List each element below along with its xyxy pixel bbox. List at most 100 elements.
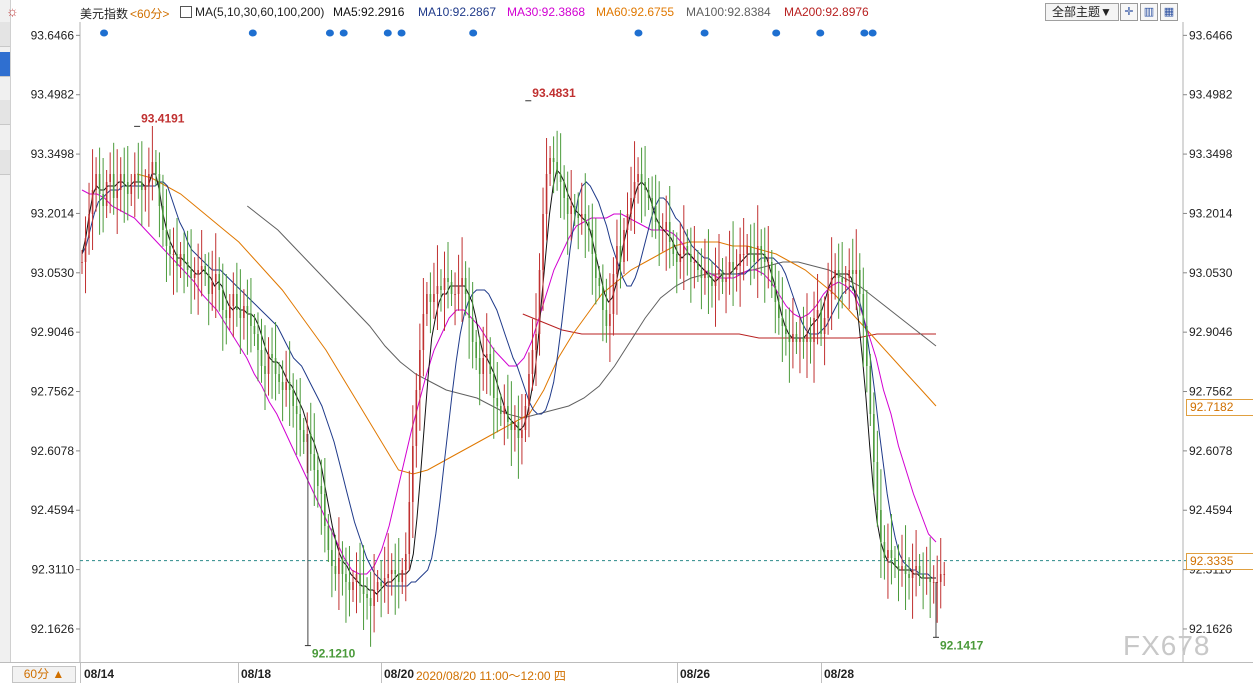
candle-body	[141, 182, 143, 190]
candle-body	[348, 582, 351, 590]
candle-body	[563, 182, 565, 198]
candle-body	[922, 574, 924, 578]
candle-body	[401, 570, 404, 582]
ma5-value: MA5:92.2916	[333, 5, 405, 19]
candle-body	[528, 374, 530, 406]
candle-body	[876, 462, 879, 510]
y-tick-label: 92.7562	[1189, 385, 1233, 399]
y-tick-label: 92.1626	[31, 622, 75, 636]
candle-body	[929, 578, 931, 582]
candle-body	[119, 174, 122, 190]
candle-body	[309, 434, 312, 454]
ma60-price-tag: 92.7182	[1186, 398, 1253, 416]
candle-body	[640, 174, 643, 182]
candle-body	[200, 266, 203, 270]
high-price-label: 93.4191	[141, 111, 185, 125]
theme-select-button[interactable]: 全部主题▼	[1045, 3, 1119, 21]
candle-body	[116, 190, 118, 198]
candle-body	[781, 318, 784, 326]
candle-body	[651, 198, 653, 206]
candle-body	[426, 294, 428, 314]
indicator-icon[interactable]	[180, 6, 192, 18]
period-label[interactable]: <60分>	[130, 5, 169, 22]
candle-body	[137, 174, 140, 182]
candle-body	[718, 270, 720, 274]
event-marker	[325, 29, 334, 37]
candle-body	[81, 262, 83, 263]
candle-body	[397, 574, 400, 582]
event-marker	[383, 29, 392, 37]
candle-body	[556, 162, 558, 174]
candle-body	[464, 278, 467, 294]
candle-body	[352, 582, 354, 590]
candle-body	[461, 278, 463, 286]
candle-body	[380, 582, 382, 586]
settings-icon[interactable]: ☼	[6, 3, 19, 19]
candle-body	[429, 294, 432, 302]
candle-body	[721, 270, 724, 282]
candle-body	[943, 574, 946, 575]
candle-body	[190, 270, 192, 278]
y-tick-label: 93.2014	[1189, 206, 1233, 220]
candle-body	[390, 570, 393, 574]
candle-body	[503, 406, 506, 414]
candle-body	[172, 254, 175, 255]
candle-body	[630, 198, 632, 214]
candle-body	[302, 430, 305, 442]
y-tick-label: 93.2014	[31, 206, 75, 220]
candle-body	[415, 390, 418, 446]
ma30-line	[81, 189, 937, 575]
candle-body	[84, 238, 87, 262]
candle-body	[98, 174, 101, 194]
candle-body	[288, 382, 291, 390]
layout-icon[interactable]: ▦	[1160, 3, 1178, 21]
candle-body	[749, 246, 752, 254]
event-marker	[772, 29, 781, 37]
y-tick-label: 93.6466	[31, 28, 75, 42]
candle-body	[760, 246, 763, 254]
low-price-label: 92.1417	[940, 638, 984, 652]
event-marker	[700, 29, 709, 37]
candle-body	[267, 354, 270, 374]
candle-body	[422, 314, 425, 350]
candle-body	[281, 382, 284, 390]
candle-body	[644, 182, 646, 190]
candle-body	[559, 174, 562, 182]
candle-body	[243, 306, 245, 318]
candle-body	[704, 270, 706, 278]
candle-body	[552, 158, 555, 162]
candle-body	[334, 566, 337, 574]
candle-body	[785, 326, 787, 334]
candle-body	[683, 246, 685, 254]
candle-body	[897, 566, 900, 570]
candle-body	[373, 590, 375, 606]
candle-body	[851, 270, 854, 274]
chart-area[interactable]: 93.4191 93.4831 92.1210 92.1417 93.6466 93.6…	[0, 0, 1253, 662]
candle-body	[770, 262, 773, 286]
candle-body	[218, 274, 221, 290]
candle-body	[376, 582, 379, 590]
crosshair-icon[interactable]: ✛	[1120, 3, 1138, 21]
candle-body	[549, 158, 551, 174]
candle-body	[257, 334, 259, 350]
candle-body	[338, 558, 340, 574]
candle-body	[225, 310, 228, 318]
candle-body	[675, 254, 678, 262]
candle-body	[570, 206, 572, 214]
y-tick-label: 93.3498	[1189, 147, 1233, 161]
candle-body	[331, 550, 333, 566]
period-button[interactable]: 60分 ▲	[12, 666, 76, 683]
candle-body	[475, 342, 477, 358]
candle-body	[514, 422, 516, 430]
candle-body	[169, 246, 171, 254]
candle-body	[816, 310, 819, 318]
chart-mode-icon[interactable]: ▥	[1140, 3, 1158, 21]
candle-body	[756, 246, 759, 262]
event-marker	[868, 29, 877, 37]
candle-body	[873, 414, 875, 462]
candle-body	[133, 174, 136, 186]
candle-body	[661, 230, 664, 231]
candle-body	[894, 558, 896, 566]
candle-body	[102, 194, 104, 206]
candle-body	[616, 246, 618, 274]
